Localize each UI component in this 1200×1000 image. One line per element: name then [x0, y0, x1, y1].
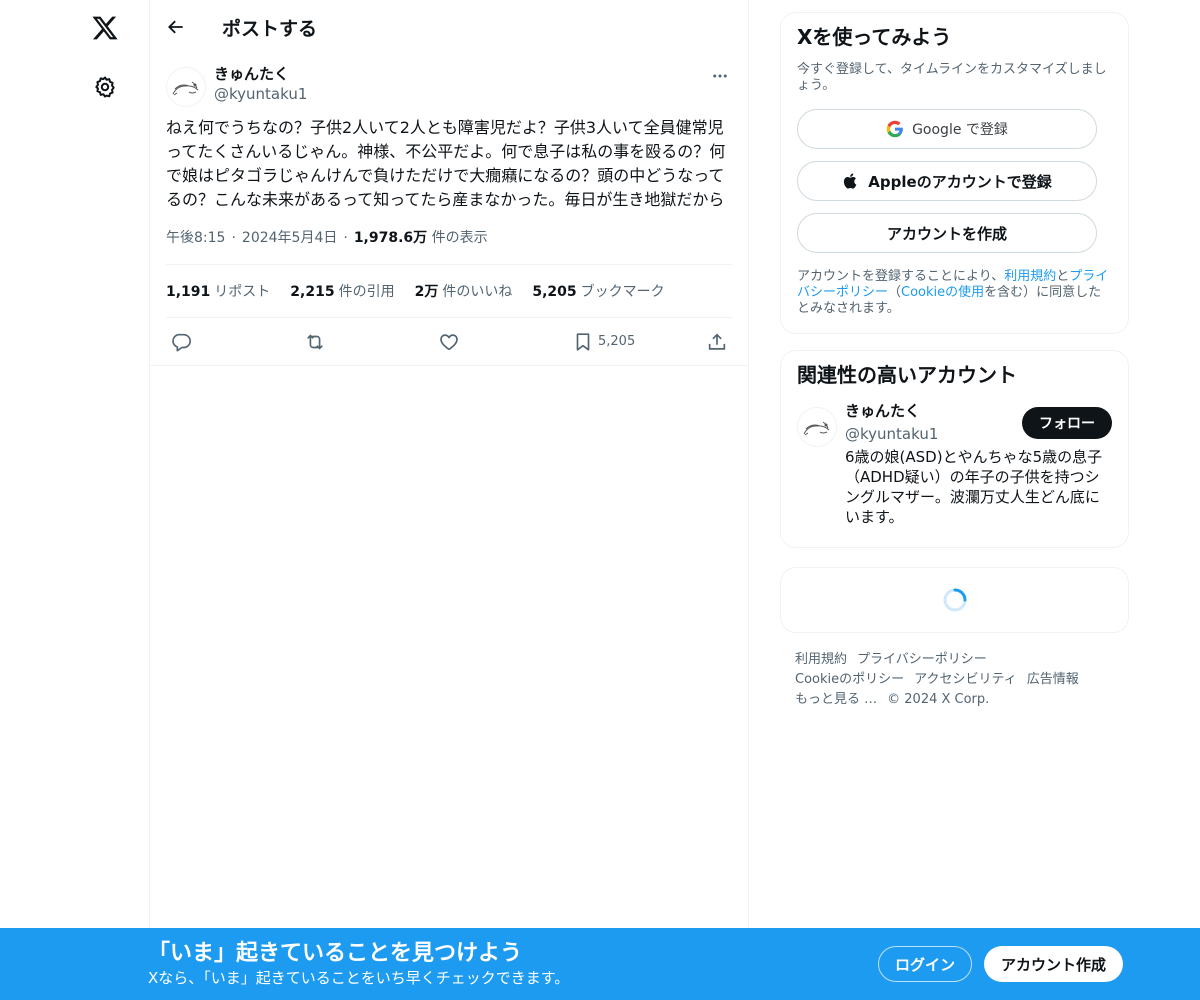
google-signup-button[interactable]: Google で登録 — [797, 109, 1097, 149]
footer-links: 利用規約 プライバシーポリシー Cookieのポリシー アクセシビリティ 広告情報 も… — [795, 650, 1125, 710]
bottom-bar-subtitle: Xなら、「いま」起きていることをいち早くチェックできます。 — [148, 969, 570, 987]
page-title: ポストする — [222, 17, 318, 40]
views-count: 1,978.6万 — [353, 230, 428, 246]
gear-icon[interactable] — [81, 63, 129, 111]
footer-terms[interactable]: 利用規約 — [795, 652, 847, 667]
signup-card: Xを使ってみよう 今すぐ登録して、タイムラインをカスタマイズしましょう。 Goo… — [780, 12, 1129, 334]
create-account-button[interactable]: アカウントを作成 — [797, 213, 1097, 253]
related-title: 関連性の高いアカウント — [797, 363, 1017, 387]
follow-button[interactable]: フォロー — [1022, 407, 1112, 439]
stat-bookmarks[interactable]: 5,205 ブックマーク — [532, 281, 664, 301]
related-accounts-card: 関連性の高いアカウント きゅんたく @kyuntaku1 6歳の娘(ASD)とや… — [780, 350, 1129, 548]
stat-likes[interactable]: 2万 件のいいね — [415, 281, 513, 301]
legal-text: アカウントを登録することにより、利用規約とプライバシーポリシー（Cookieの使… — [797, 269, 1109, 316]
signup-subtitle: 今すぐ登録して、タイムラインをカスタマイズしましょう。 — [797, 62, 1107, 93]
post-author: きゅんたく @kyuntaku1 — [166, 64, 732, 108]
cookie-link[interactable]: Cookieの使用 — [901, 285, 984, 300]
main-header: ポストする — [150, 0, 748, 54]
post-date[interactable]: 2024年5月4日 — [242, 230, 337, 246]
footer-privacy[interactable]: プライバシーポリシー — [857, 652, 987, 667]
like-icon[interactable] — [438, 331, 460, 353]
stat-reposts[interactable]: 1,191 リポスト — [166, 281, 270, 301]
author-handle[interactable]: @kyuntaku1 — [214, 84, 307, 104]
share-icon[interactable] — [706, 331, 728, 353]
post: きゅんたく @kyuntaku1 ねえ何でうちなの？子供2人いて2人とも障害児だ… — [150, 54, 748, 366]
avatar[interactable] — [166, 67, 206, 107]
terms-link[interactable]: 利用規約 — [1004, 269, 1056, 284]
google-icon — [886, 120, 903, 138]
signup-button[interactable]: アカウント作成 — [984, 946, 1123, 982]
loading-card — [780, 567, 1129, 633]
bookmark-icon[interactable]: 5,205 — [572, 331, 635, 353]
x-logo-icon[interactable] — [81, 4, 129, 52]
main-column: ポストする きゅんたく @kyuntaku1 ねえ何でうちなの？子供2人いて2人… — [150, 0, 749, 1000]
bottom-signup-bar: 「いま」起きていることを見つけよう Xなら、「いま」起きていることをいち早くチェ… — [0, 928, 1200, 1000]
repost-icon[interactable] — [304, 331, 326, 353]
reply-icon[interactable] — [170, 331, 192, 353]
post-meta: 午後8:15 · 2024年5月4日 · 1,978.6万 件の表示 — [166, 228, 732, 265]
bookmark-count: 5,205 — [598, 334, 636, 349]
post-text: ねえ何でうちなの？子供2人いて2人とも障害児だよ？子供3人いて全員健常児ってたく… — [166, 118, 726, 209]
signup-title: Xを使ってみよう — [797, 25, 952, 49]
author-name[interactable]: きゅんたく — [214, 64, 307, 84]
avatar[interactable] — [797, 407, 837, 447]
views-label: 件の表示 — [431, 230, 488, 246]
more-icon[interactable] — [708, 64, 732, 88]
post-time[interactable]: 午後8:15 — [166, 230, 225, 246]
spinner-icon — [943, 588, 966, 612]
login-button[interactable]: ログイン — [878, 946, 972, 982]
apple-icon — [844, 173, 857, 189]
footer-ads[interactable]: 広告情報 — [1027, 672, 1079, 687]
footer-accessibility[interactable]: アクセシビリティ — [914, 672, 1017, 687]
related-bio: 6歳の娘(ASD)とやんちゃな5歳の息子（ADHD疑い）の年子の子供を持つシング… — [845, 448, 1103, 526]
back-arrow-icon[interactable] — [166, 17, 186, 37]
bottom-bar-title: 「いま」起きていることを見つけよう — [148, 941, 523, 966]
left-nav — [0, 0, 150, 1000]
footer-cookie[interactable]: Cookieのポリシー — [795, 672, 904, 687]
related-account[interactable]: きゅんたく @kyuntaku1 6歳の娘(ASD)とやんちゃな5歳の息子（AD… — [797, 402, 1112, 527]
footer-more[interactable]: もっと見る … — [795, 692, 877, 707]
actions-row: 5,205 — [166, 318, 732, 365]
stats-row: 1,191 リポスト 2,215 件の引用 2万 件のいいね 5,205 ブックマーク — [166, 265, 732, 318]
footer-copyright: © 2024 X Corp. — [887, 692, 990, 707]
stat-quotes[interactable]: 2,215 件の引用 — [290, 281, 394, 301]
apple-signup-button[interactable]: Appleのアカウントで登録 — [797, 161, 1097, 201]
